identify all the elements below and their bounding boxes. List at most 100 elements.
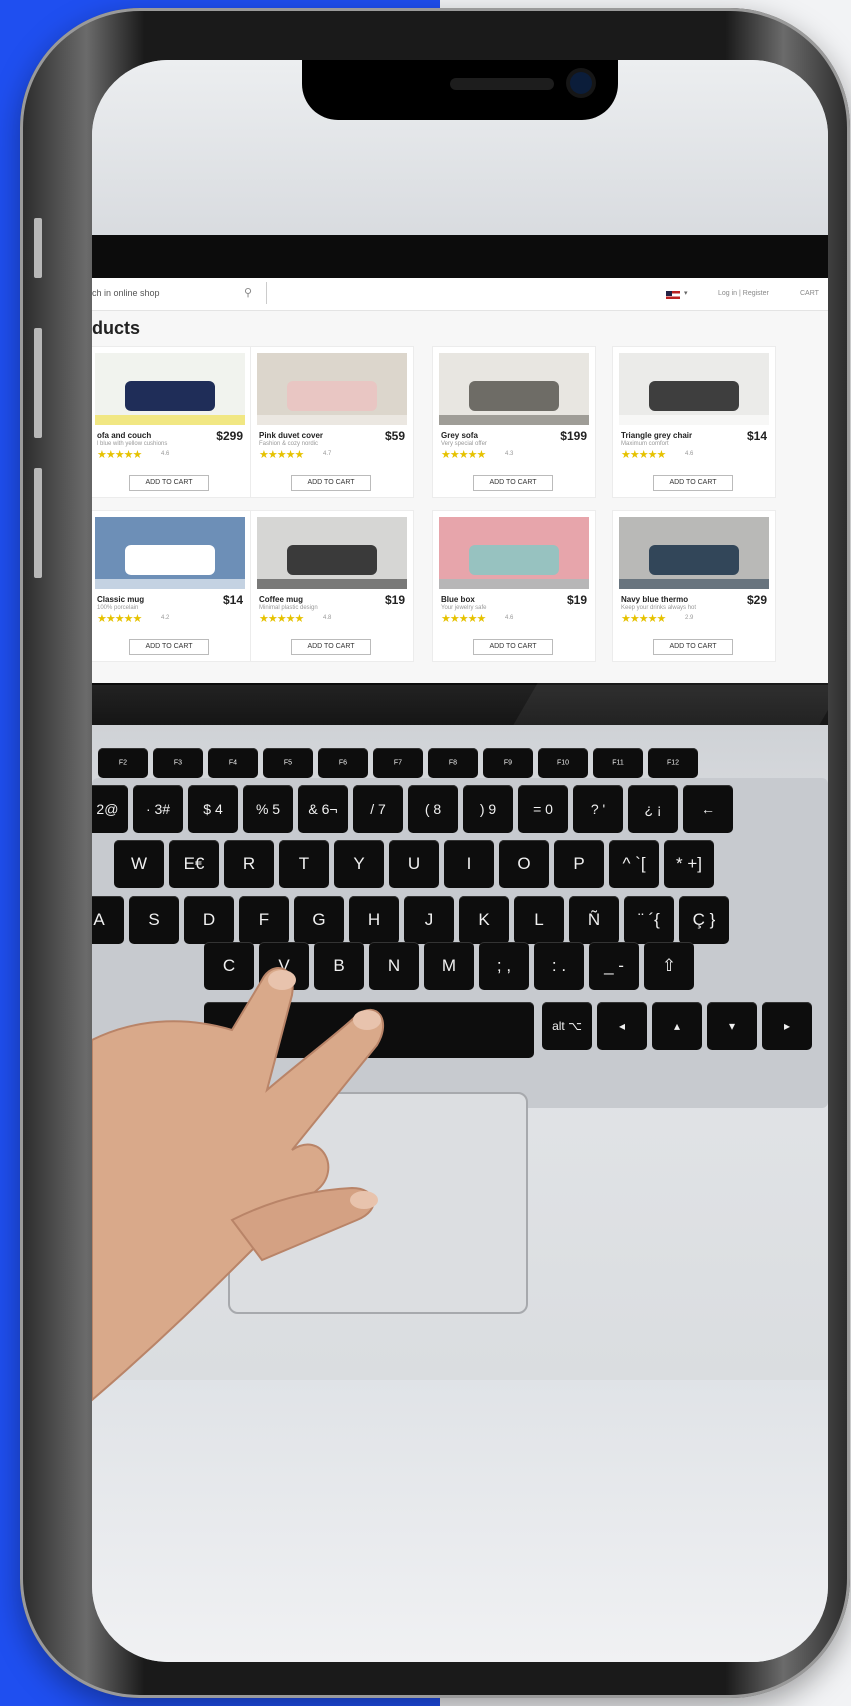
key-number: ¿ ¡ (628, 785, 678, 833)
key-number: ← (683, 785, 733, 833)
product-card[interactable]: Triangle grey chair Maximum comfort $14 ★★★… (612, 346, 776, 498)
product-card[interactable]: Pink duvet cover Fashion & cozy nordic $59… (250, 346, 414, 498)
product-description: Minimal plastic design (259, 605, 318, 611)
product-name[interactable]: Coffee mug (259, 595, 303, 604)
key-arrow: ▸ (762, 1002, 812, 1050)
product-image[interactable] (439, 353, 589, 425)
key-function: F4 (208, 748, 258, 778)
key-arrow: ◂ (597, 1002, 647, 1050)
star-rating-icon: ★★★★★ (441, 449, 486, 461)
key-label: K (478, 910, 490, 929)
key-label: Ñ (587, 910, 601, 929)
key-qwerty: P (554, 840, 604, 888)
key-qwerty: * +] (664, 840, 714, 888)
product-card[interactable]: Navy blue thermo Keep your drinks always … (612, 510, 776, 662)
speaker-grille (450, 78, 554, 90)
key-label: & 6¬ (308, 801, 338, 817)
product-card[interactable]: ofa and couch l blue with yellow cushions… (92, 346, 252, 498)
product-name[interactable]: Classic mug (97, 595, 144, 604)
product-price: $29 (746, 593, 767, 607)
product-price: $14 (746, 429, 767, 443)
search-divider (266, 282, 267, 304)
product-description: Keep your drinks always hot (621, 605, 697, 611)
product-card[interactable]: Blue box Your jewelry safe $19 ★★★★★ 4.6 ADD … (432, 510, 596, 662)
key-function: F8 (428, 748, 478, 778)
product-price: $59 (384, 429, 405, 443)
product-rating: 4.6 (505, 615, 514, 621)
product-rating: 2.9 (685, 615, 694, 621)
key-label: $ 4 (203, 801, 223, 817)
product-image[interactable] (257, 517, 407, 589)
key-qwerty: ^ `[ (609, 840, 659, 888)
add-to-cart-button[interactable]: ADD TO CART (473, 475, 553, 491)
add-to-cart-button[interactable]: ADD TO CART (653, 475, 733, 491)
key-label: % 5 (255, 801, 281, 817)
product-name[interactable]: Blue box (441, 595, 475, 604)
key-label: E€ (183, 854, 205, 873)
chevron-down-icon[interactable]: ▾ (684, 289, 688, 297)
key-home: Ç } (679, 896, 729, 944)
product-name[interactable]: Triangle grey chair (621, 431, 692, 440)
flag-icon[interactable] (666, 291, 680, 299)
key-number: / 7 (353, 785, 403, 833)
key-label: ) 9 (479, 801, 497, 817)
key-label: ▴ (673, 1019, 681, 1033)
star-rating-icon: ★★★★★ (259, 449, 304, 461)
product-image[interactable] (95, 517, 245, 589)
product-name[interactable]: Pink duvet cover (259, 431, 323, 440)
product-card[interactable]: Classic mug 100% porcelain $14 ★★★★★ 4.2 ADD … (92, 510, 252, 662)
add-to-cart-button[interactable]: ADD TO CART (473, 639, 553, 655)
key-label: ⇧ (661, 956, 677, 975)
product-card[interactable]: Coffee mug Minimal plastic design $19 ★★★★★… (250, 510, 414, 662)
product-image[interactable] (439, 517, 589, 589)
search-icon[interactable]: ⚲ (244, 286, 252, 299)
add-to-cart-button[interactable]: ADD TO CART (129, 639, 209, 655)
product-price: $14 (222, 593, 243, 607)
product-name[interactable]: Grey sofa (441, 431, 478, 440)
key-qwerty: Y (334, 840, 384, 888)
key-qwerty: O (499, 840, 549, 888)
product-card[interactable]: Grey sofa Very special offer $199 ★★★★★ 4.3 A… (432, 346, 596, 498)
add-to-cart-button[interactable]: ADD TO CART (291, 639, 371, 655)
key-label: ¨ ´{ (638, 910, 660, 929)
key-label: F7 (393, 759, 403, 767)
add-to-cart-button[interactable]: ADD TO CART (653, 639, 733, 655)
product-name[interactable]: ofa and couch (97, 431, 151, 440)
cart-link[interactable]: CART (800, 290, 819, 297)
shop-search-input[interactable]: ch in online shop (92, 288, 160, 298)
key-label: T (298, 854, 310, 873)
product-rating: 4.8 (323, 615, 332, 621)
phone-volume-down-button (34, 468, 42, 578)
hand-image (92, 967, 384, 1402)
key-label: L (534, 910, 544, 929)
product-description: l blue with yellow cushions (97, 441, 168, 447)
login-link[interactable]: Log in | Register (718, 290, 769, 297)
key-label: F5 (283, 759, 293, 767)
key-number: ) 9 (463, 785, 513, 833)
product-name[interactable]: Navy blue thermo (621, 595, 688, 604)
product-image[interactable] (95, 353, 245, 425)
product-image[interactable] (619, 353, 769, 425)
shop-header: ch in online shop ⚲ ▾ Log in | Register … (92, 278, 828, 311)
key-label: F9 (503, 759, 513, 767)
product-image[interactable] (257, 353, 407, 425)
add-to-cart-button[interactable]: ADD TO CART (291, 475, 371, 491)
product-description: Very special offer (441, 441, 487, 447)
key-label: F8 (448, 759, 458, 767)
product-description: 100% porcelain (97, 605, 139, 611)
key-label: F3 (173, 759, 183, 767)
star-rating-icon: ★★★★★ (441, 613, 486, 625)
key-label: " 2@ (92, 801, 119, 817)
key-qwerty: R (224, 840, 274, 888)
key-number: $ 4 (188, 785, 238, 833)
product-image[interactable] (619, 517, 769, 589)
key-label: Ç } (692, 910, 716, 929)
front-camera (570, 72, 592, 94)
key-label: U (407, 854, 421, 873)
key-label: F11 (612, 759, 624, 767)
add-to-cart-button[interactable]: ADD TO CART (129, 475, 209, 491)
key-arrow: ▴ (652, 1002, 702, 1050)
key-label: * +] (676, 854, 702, 873)
key-qwerty: W (114, 840, 164, 888)
key-number: ( 8 (408, 785, 458, 833)
